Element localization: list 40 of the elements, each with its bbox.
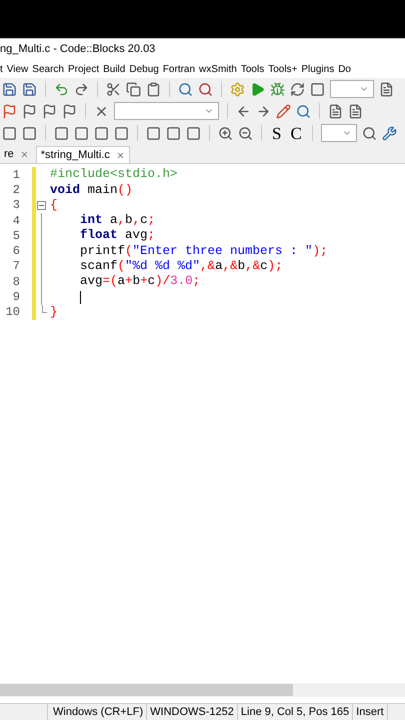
menu-item[interactable]: Debug [129, 62, 159, 76]
menu-item[interactable]: Fortran [162, 62, 196, 76]
status-bar-cell: Insert [353, 704, 388, 720]
toolbar-button[interactable]: C [288, 124, 304, 142]
line-number: 2 [12, 182, 20, 199]
code-line: float avg; [79, 228, 156, 244]
line-number: 9 [12, 289, 20, 306]
menu-item[interactable]: wxSmith [199, 62, 237, 76]
code-line: } [50, 304, 58, 320]
menu-item[interactable]: Do [338, 62, 351, 76]
code-line: scanf("%d %d %d",&a,&b,&c); [79, 258, 283, 274]
menu-item[interactable]: Plugins [301, 62, 334, 76]
line-number: 6 [12, 243, 20, 260]
code-line: { [50, 198, 58, 213]
menu-item[interactable]: Build [103, 62, 126, 76]
code-editor[interactable]: 1 #include<stdio.h> 2 void main() 3 { 4 int a,b,c; 5 float avg; 6 printf("Enter three numbers : "); 7 scanf("%d %d %d",&a,&b,&c); 8 avg=(a+b+c)/3.0; 9 10 } [0, 164, 405, 683]
line-number: 10 [4, 304, 20, 322]
menu-item[interactable]: Search [32, 62, 64, 76]
code-line: #include<stdio.h> [50, 167, 178, 182]
menu-item[interactable]: View [6, 62, 28, 76]
code-line: printf("Enter three numbers : "); [79, 243, 328, 259]
line-number: 8 [12, 274, 20, 291]
editor-tab[interactable]: *string_Multi.c [36, 146, 130, 163]
line-number: 3 [12, 197, 20, 214]
menu-item[interactable]: Tools [240, 62, 264, 76]
window-title: ng_Multi.c - Code::Blocks 20.03 [0, 42, 156, 58]
line-number: 4 [12, 212, 20, 230]
code-line: avg=(a+b+c)/3.0; [79, 274, 200, 290]
code-line: void main() [50, 182, 133, 198]
line-number: 1 [12, 166, 20, 184]
menu-item[interactable]: Project [68, 62, 100, 76]
menu-item[interactable]: t [0, 62, 3, 76]
line-number: 5 [12, 228, 20, 245]
status-bar-cell: Line 9, Col 5, Pos 165 [238, 704, 354, 720]
status-bar-cell: WINDOWS-1252 [147, 704, 238, 720]
status-bar-cell: Windows (CR+LF) [50, 704, 148, 720]
toolbar-button[interactable]: S [270, 124, 284, 142]
line-number: 7 [12, 258, 20, 276]
code-line: int a,b,c; [79, 212, 156, 228]
menu-item[interactable]: Tools+ [268, 62, 298, 76]
